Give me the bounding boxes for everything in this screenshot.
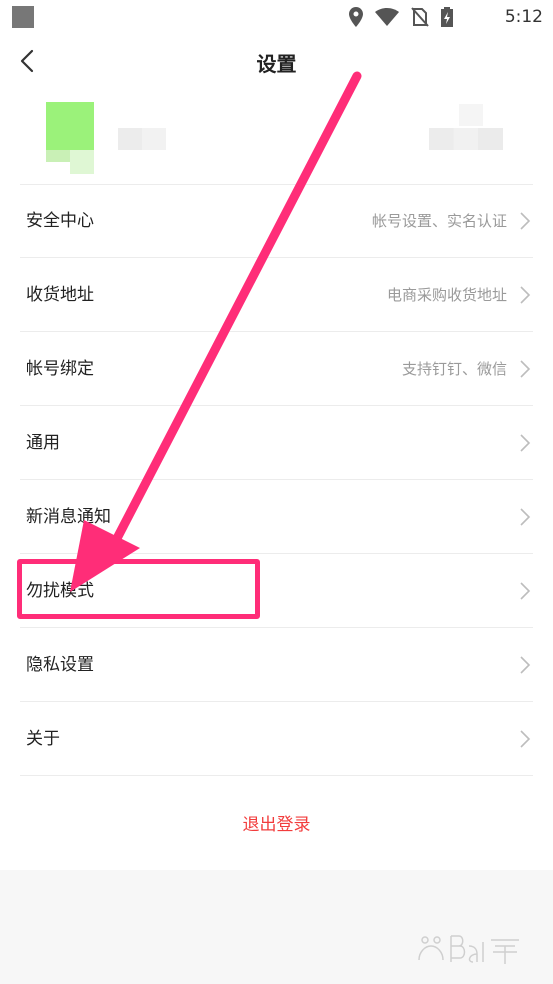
menu-item-label: 隐私设置 <box>26 655 94 675</box>
blurred-info-top <box>459 104 483 126</box>
chevron-right-icon <box>520 656 531 674</box>
chevron-right-icon <box>520 212 531 230</box>
logout-button[interactable]: 退出登录 <box>0 810 553 835</box>
blurred-info <box>429 128 503 150</box>
status-bar: 5:12 <box>0 0 553 34</box>
menu-item-label: 收货地址 <box>26 285 94 305</box>
menu-item-label: 关于 <box>26 729 60 749</box>
chevron-right-icon <box>520 286 531 304</box>
menu-item-account-binding[interactable]: 帐号绑定 支持钉钉、微信 <box>20 332 533 406</box>
menu-item-label: 帐号绑定 <box>26 359 94 379</box>
settings-content: 安全中心 帐号设置、实名认证 收货地址 电商采购收货地址 帐号绑定 支持钉钉、微… <box>0 90 553 870</box>
chevron-right-icon <box>520 434 531 452</box>
status-icons <box>349 6 453 28</box>
menu-item-hint: 电商采购收货地址 <box>386 286 507 304</box>
blurred-username <box>118 128 166 150</box>
menu-item-label: 安全中心 <box>26 211 94 231</box>
menu-item-new-message-notification[interactable]: 新消息通知 <box>20 480 533 554</box>
status-time: 5:12 <box>504 7 543 27</box>
menu-item-security-center[interactable]: 安全中心 帐号设置、实名认证 <box>20 184 533 258</box>
chevron-right-icon <box>520 508 531 526</box>
baidu-jingyan-watermark-icon <box>418 935 519 964</box>
chevron-right-icon <box>520 582 531 600</box>
menu-item-label: 通用 <box>26 433 60 453</box>
notification-icon <box>12 6 34 28</box>
menu-item-shipping-address[interactable]: 收货地址 电商采购收货地址 <box>20 258 533 332</box>
location-icon <box>349 7 363 27</box>
menu-item-hint: 帐号设置、实名认证 <box>371 212 507 230</box>
menu-item-hint: 支持钉钉、微信 <box>401 360 507 378</box>
profile-card[interactable] <box>0 90 553 184</box>
menu-item-about[interactable]: 关于 <box>20 702 533 776</box>
annotation-highlight-box <box>17 559 260 619</box>
chevron-right-icon <box>520 730 531 748</box>
avatar <box>46 102 96 174</box>
wifi-icon <box>375 8 399 26</box>
menu-item-general[interactable]: 通用 <box>20 406 533 480</box>
menu-item-label: 新消息通知 <box>26 507 111 527</box>
settings-screen: 5:12 设置 安全中心 帐号设置、实名认证 收货地址 电商采购收货地址 帐号绑… <box>0 0 553 984</box>
nav-header: 设置 <box>0 34 553 90</box>
menu-item-privacy-settings[interactable]: 隐私设置 <box>20 628 533 702</box>
page-title: 设置 <box>256 52 297 76</box>
no-sim-icon <box>411 7 429 27</box>
settings-menu: 安全中心 帐号设置、实名认证 收货地址 电商采购收货地址 帐号绑定 支持钉钉、微… <box>0 184 553 776</box>
battery-charging-icon <box>441 7 453 27</box>
chevron-right-icon <box>520 360 531 378</box>
